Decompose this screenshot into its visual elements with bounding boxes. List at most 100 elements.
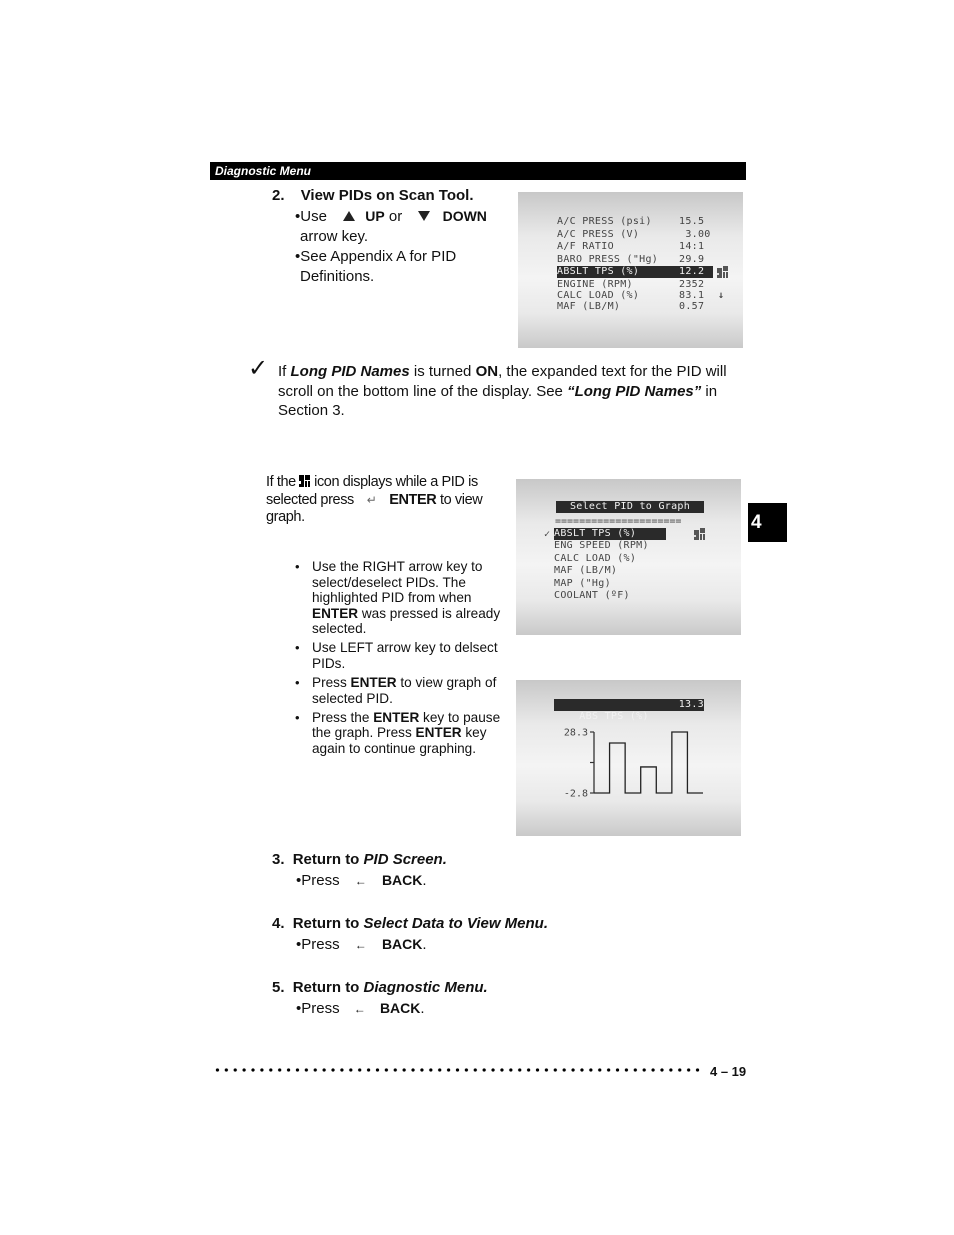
pid-value: 12.2 bbox=[679, 266, 705, 277]
graph-screen: ABS TPS (%) 13.3 28.3 -2.8 bbox=[516, 680, 741, 836]
pid-row[interactable]: BARO PRESS ("Hg) 29.9 bbox=[557, 254, 713, 266]
footer-dot-leader bbox=[213, 1065, 701, 1075]
pid-name: MAF (LB/M) bbox=[557, 301, 621, 312]
step-number: 4. bbox=[272, 915, 285, 932]
back-key-label: BACK bbox=[381, 936, 423, 952]
select-pid-list: ABSLT TPS (%) ENG SPEED (RPM) CALC LOAD (%… bbox=[554, 528, 724, 608]
pid-name: A/C PRESS (V) bbox=[557, 228, 640, 240]
period: . bbox=[422, 872, 427, 889]
pid-name: ENGINE (RPM) bbox=[557, 279, 633, 290]
tps-graph: 28.3 -2.8 bbox=[564, 728, 703, 800]
press-text: •Press bbox=[296, 872, 340, 889]
up-arrow-icon bbox=[343, 211, 356, 221]
checkmark-icon: ✓ bbox=[248, 355, 269, 382]
instruction-item: Press the ENTER key to pause the graph. … bbox=[295, 710, 510, 757]
enter-key-label: ENTER bbox=[350, 675, 397, 691]
back-key-label: BACK bbox=[379, 1000, 421, 1016]
graph-icon bbox=[717, 266, 728, 278]
step-number: 5. bbox=[272, 979, 285, 996]
select-screen-title: Select PID to Graph bbox=[556, 501, 704, 513]
pid-list: A/C PRESS (psi) 15.5 A/C PRESS (V) 3.00 A/F… bbox=[557, 216, 728, 316]
section-header: Diagnostic Menu bbox=[210, 162, 746, 180]
bullet-text: •See Appendix A for PID bbox=[295, 248, 457, 265]
pid-row[interactable]: A/C PRESS (psi) 15.5 bbox=[557, 216, 713, 228]
pid-name: CALC LOAD (%) bbox=[557, 290, 640, 301]
step-title-emphasis: Diagnostic Menu. bbox=[363, 979, 488, 996]
step-2-heading: 2. View PIDs on Scan Tool. bbox=[272, 187, 474, 204]
note-link-ref: “Long PID Names” bbox=[567, 382, 702, 400]
graph-intro: If the icon displays while a PID is sele… bbox=[266, 474, 506, 527]
step-3-heading: 3. Return to PID Screen. bbox=[272, 851, 447, 868]
note-emphasis: ON bbox=[475, 363, 499, 380]
y-tick-label: 28.3 bbox=[564, 728, 588, 739]
step-number: 3. bbox=[272, 851, 285, 868]
enter-key-label: ENTER bbox=[415, 725, 462, 741]
period: . bbox=[422, 936, 427, 953]
step-title-emphasis: Select Data to View Menu. bbox=[363, 915, 549, 932]
step-4-heading: 4. Return to Select Data to View Menu. bbox=[272, 915, 548, 932]
or-text: or bbox=[388, 208, 403, 225]
bullet-text: arrow key. bbox=[300, 227, 369, 245]
select-pid-item[interactable]: CALC LOAD (%) bbox=[554, 553, 724, 565]
instruction-item: Use LEFT arrow key to delsect PIDs. bbox=[295, 640, 510, 671]
select-pid-item[interactable]: MAF (LB/M) bbox=[554, 565, 724, 577]
step-title: Return to bbox=[292, 979, 364, 996]
select-pid-item[interactable]: COOLANT (ºF) bbox=[554, 590, 724, 602]
pid-row[interactable]: A/F RATIO 14:1 bbox=[557, 241, 713, 253]
tps-series-line bbox=[594, 731, 703, 794]
scroll-down-arrow-icon: ↓ bbox=[718, 290, 725, 301]
pid-value: 29.9 bbox=[679, 253, 705, 265]
enter-key-icon: ↵ bbox=[366, 492, 377, 507]
step-5-heading: 5. Return to Diagnostic Menu. bbox=[272, 979, 488, 996]
step-4-body: •Press ← BACK. bbox=[296, 935, 427, 956]
note-emphasis: Long PID Names bbox=[290, 363, 410, 380]
back-arrow-icon: ← bbox=[354, 938, 367, 952]
down-key-label: DOWN bbox=[442, 208, 487, 224]
select-pid-item[interactable]: MAP ("Hg) bbox=[554, 578, 724, 590]
pid-name: A/C PRESS (psi) bbox=[557, 216, 652, 227]
enter-key-label: ENTER bbox=[373, 709, 420, 725]
page-number: 4 – 19 bbox=[710, 1064, 747, 1079]
select-pid-item[interactable]: ABSLT TPS (%) bbox=[554, 528, 666, 540]
instruction-item: Press ENTER to view graph of selected PI… bbox=[295, 675, 510, 706]
back-arrow-icon: ← bbox=[353, 1002, 366, 1016]
press-text: •Press bbox=[296, 1000, 340, 1017]
bullet-text: •Use bbox=[295, 208, 327, 225]
instruction-text: Press bbox=[312, 675, 351, 691]
instruction-text: Use LEFT arrow key to delsect PIDs. bbox=[312, 640, 498, 672]
y-tick-label: -2.8 bbox=[564, 789, 588, 800]
graph-icon bbox=[299, 475, 311, 487]
step-2-body: •Use UP or DOWN arrow key. •See Appendix… bbox=[295, 207, 505, 286]
instruction-text: Use the RIGHT arrow key to select/desele… bbox=[312, 559, 483, 606]
step-title: Return to bbox=[292, 851, 364, 868]
pid-screen: A/C PRESS (psi) 15.5 A/C PRESS (V) 3.00 A/F… bbox=[518, 192, 743, 348]
pid-value: 15.5 bbox=[679, 216, 705, 227]
back-arrow-icon: ← bbox=[354, 874, 367, 888]
step-5-body: •Press ← BACK. bbox=[296, 999, 425, 1020]
period: . bbox=[420, 1000, 425, 1017]
pid-value: 3.00 bbox=[679, 228, 711, 240]
intro-text: If the bbox=[266, 474, 296, 490]
section-tab: 4 bbox=[748, 503, 787, 542]
pid-row[interactable]: ABSLT TPS (%) 12.2 bbox=[557, 266, 728, 278]
step-3-body: •Press ← BACK. bbox=[296, 871, 427, 892]
pid-row[interactable]: A/C PRESS (V) 3.00 bbox=[557, 229, 713, 241]
pid-name: ABSLT TPS (%) bbox=[557, 266, 640, 277]
instruction-item: Use the RIGHT arrow key to select/desele… bbox=[295, 559, 510, 637]
selected-check-icon: ✓ bbox=[544, 529, 551, 540]
graph-icon bbox=[694, 528, 705, 540]
pid-name: A/F RATIO bbox=[557, 241, 614, 252]
instruction-text: Press the bbox=[312, 709, 374, 725]
separator-line: ===================== bbox=[555, 516, 682, 527]
pid-name: BARO PRESS ("Hg) bbox=[557, 253, 659, 265]
select-pid-item[interactable]: ENG SPEED (RPM) bbox=[554, 540, 724, 552]
pid-row[interactable]: MAF (LB/M) 0.57 bbox=[557, 301, 713, 313]
up-key-label: UP bbox=[365, 208, 385, 224]
step-title: Return to bbox=[292, 915, 364, 932]
long-pid-note: If Long PID Names is turned ON, the expa… bbox=[278, 362, 748, 421]
note-text: is turned bbox=[409, 363, 476, 380]
note-text: If bbox=[278, 363, 291, 380]
step-number: 2. bbox=[272, 187, 285, 204]
down-arrow-icon bbox=[418, 211, 431, 221]
pid-value: 14:1 bbox=[679, 241, 705, 252]
